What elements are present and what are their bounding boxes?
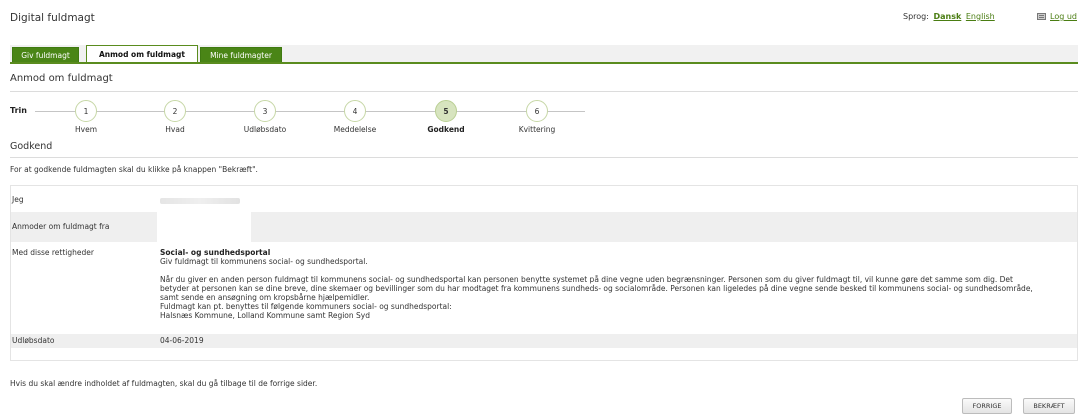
rights-label: Med disse rettigheder <box>12 248 94 257</box>
step-6-circle: 6 <box>526 100 548 122</box>
stepper-track <box>35 111 585 112</box>
stepper-label: Trin <box>10 106 27 115</box>
step-3-label: Udløbsdato <box>243 125 287 134</box>
step-6-label: Kvittering <box>518 125 556 134</box>
back-button[interactable]: FORRIGE <box>962 398 1012 414</box>
step-1-label: Hvem <box>75 125 97 134</box>
language-switcher: Sprog: Dansk English <box>903 12 995 21</box>
me-value-redacted <box>160 197 240 206</box>
tab-anmod-om-fuldmagt[interactable]: Anmod om fuldmagt <box>86 45 198 63</box>
summary-row-rights: Med disse rettigheder Social- og sundhed… <box>11 242 1077 334</box>
language-label: Sprog: <box>903 12 929 21</box>
requester-value-redacted <box>157 212 251 242</box>
summary-row-me: Jeg <box>11 186 1077 212</box>
rights-description-main: Når du giver en anden person fuldmagt ti… <box>160 275 1033 302</box>
page-title: Anmod om fuldmagt <box>10 73 113 84</box>
tab-bar-underline <box>10 62 1078 64</box>
heading-divider <box>10 91 1078 92</box>
section-title: Godkend <box>10 141 53 152</box>
summary-row-requester: Anmoder om fuldmagt fra <box>11 212 1077 242</box>
summary-row-expiry: Udløbsdato 04-06-2019 <box>11 334 1077 348</box>
logout-icon <box>1037 13 1046 20</box>
summary-table: Jeg Anmoder om fuldmagt fra Med disse re… <box>10 185 1078 361</box>
step-4-label: Meddelelse <box>333 125 377 134</box>
step-5-label: Godkend <box>427 125 465 134</box>
me-label: Jeg <box>12 195 24 204</box>
expiry-value: 04-06-2019 <box>160 336 204 345</box>
step-2-circle: 2 <box>164 100 186 122</box>
instruction-text: For at godkende fuldmagten skal du klikk… <box>10 165 258 174</box>
section-divider <box>10 157 1078 158</box>
requester-label: Anmoder om fuldmagt fra <box>12 222 110 231</box>
step-1-circle: 1 <box>75 100 97 122</box>
expiry-label: Udløbsdato <box>12 336 55 345</box>
confirm-button[interactable]: BEKRÆFT <box>1023 398 1075 414</box>
rights-description-municipalities: Halsnæs Kommune, Lolland Kommune samt Re… <box>160 311 370 320</box>
tab-mine-fuldmagter[interactable]: Mine fuldmagter <box>200 47 282 63</box>
language-english-link[interactable]: English <box>966 12 995 21</box>
language-danish-link[interactable]: Dansk <box>933 12 961 21</box>
rights-subtitle: Giv fuldmagt til kommunens social- og su… <box>160 257 368 266</box>
step-4-circle: 4 <box>344 100 366 122</box>
rights-description: Social- og sundhedsportal Giv fuldmagt t… <box>160 248 1040 320</box>
tab-giv-fuldmagt[interactable]: Giv fuldmagt <box>12 47 79 63</box>
step-3-circle: 3 <box>254 100 276 122</box>
logout-label: Log ud <box>1050 12 1077 21</box>
rights-description-usage: Fuldmagt kan pt. benyttes til følgende k… <box>160 302 452 311</box>
app-title: Digital fuldmagt <box>10 12 95 24</box>
step-2-label: Hvad <box>165 125 185 134</box>
step-5-circle: 5 <box>435 100 457 122</box>
logout-link[interactable]: Log ud <box>1037 12 1077 21</box>
summary-row-spacer <box>11 348 1077 360</box>
bottom-note: Hvis du skal ændre indholdet af fuldmagt… <box>10 379 318 388</box>
rights-title: Social- og sundhedsportal <box>160 248 271 257</box>
